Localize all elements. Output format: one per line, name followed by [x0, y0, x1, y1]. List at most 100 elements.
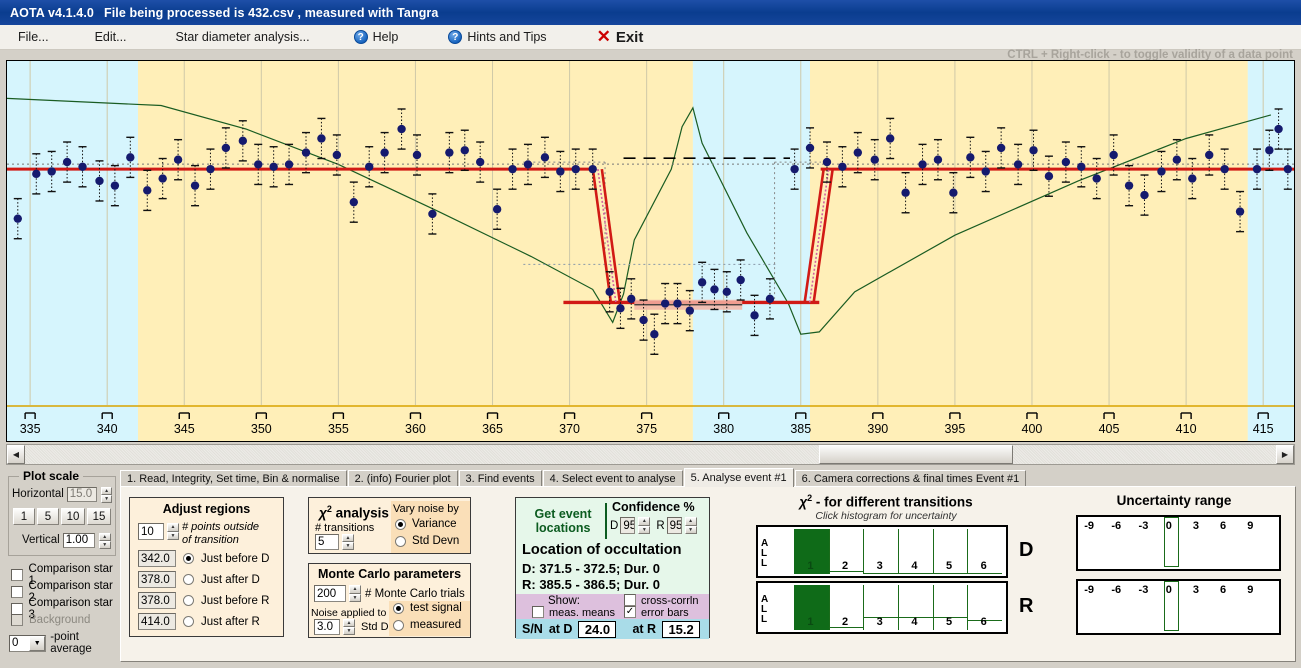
chi2-hist-bar-top [863, 573, 898, 574]
tab-6[interactable]: 6. Camera corrections & final times Even… [794, 470, 1027, 487]
chi2-histogram-d[interactable]: ALL 1 2 3 4 5 6 [756, 525, 1008, 578]
menu-file[interactable]: File... [12, 28, 55, 46]
confidence-d-spinner[interactable]: ▲ ▼ [638, 517, 651, 534]
points-outside-value[interactable]: 10 [138, 523, 164, 540]
adjust-region-radio-4[interactable] [183, 616, 194, 627]
adjust-region-row-4[interactable]: 414.0 Just after R [138, 613, 260, 630]
point-average-combo[interactable]: 0 ▼ [9, 634, 47, 652]
confidence-r-spinner[interactable]: ▲ ▼ [684, 517, 697, 534]
tab-6-label: 6. Camera corrections & final times Even… [801, 473, 1020, 485]
adjust-region-radio-3[interactable] [183, 595, 194, 606]
uncertainty-range-d[interactable]: -9 -6 -3 0 3 6 9 [1076, 515, 1281, 571]
sn-label: S/N [522, 622, 543, 636]
transitions-spinner[interactable]: ▲ ▼ [342, 534, 354, 550]
x-axis-tick-label: 345 [174, 422, 195, 436]
stddev-limit-spinner[interactable]: ▲ ▼ [343, 619, 355, 635]
scroll-right-button[interactable]: ▶ [1276, 445, 1294, 464]
adjust-region-radio-1[interactable] [183, 553, 194, 564]
show-options-row: Show: cross-corrln meas. means ✓ error b… [516, 594, 709, 619]
adjust-region-row-2[interactable]: 378.0 Just after D [138, 571, 260, 588]
adjust-region-label-3: Just before R [201, 594, 270, 607]
transitions-value[interactable]: 5 [315, 534, 339, 550]
point-average-row[interactable]: 0 ▼ -point average [9, 631, 118, 655]
uncertainty-title: Uncertainty range [1116, 493, 1232, 508]
chi2-hist-r-label: R [1019, 595, 1034, 617]
tab-5[interactable]: 5. Analyse event #1 [683, 468, 794, 487]
occultation-location-title: Location of occultation [522, 542, 682, 558]
stddev-limit-value[interactable]: 3.0 [314, 619, 340, 635]
horizontal-label: Horizontal [12, 488, 64, 500]
stddevn-radio[interactable] [395, 535, 406, 547]
x-axis-tick-label: 375 [636, 422, 657, 436]
adjust-region-value-3[interactable]: 378.0 [138, 592, 176, 609]
uncertainty-tick: -3 [1138, 584, 1149, 596]
lightcurve-plot[interactable]: 335 340 345 350 355 360 365 370 375 380 385 390 395 4… [6, 60, 1295, 442]
scale-button-1[interactable]: 1 [13, 508, 35, 525]
menu-exit[interactable]: ✕ Exit [591, 27, 650, 48]
monte-carlo-box: Monte Carlo parameters 200 ▲ ▼ # Monte Ca… [308, 563, 471, 638]
scrollbar-thumb[interactable] [819, 445, 1014, 464]
plot-scale-panel: Plot scale Horizontal 15.0 ▲ ▼ 1 5 10 15 … [4, 468, 118, 660]
stddevn-label: Std Devn [412, 535, 460, 547]
adjust-region-value-4[interactable]: 414.0 [138, 613, 176, 630]
x-axis-tick-label: 355 [328, 422, 349, 436]
confidence-d-value[interactable]: 95 [620, 517, 636, 534]
chi2-analysis-title: analysis [331, 505, 389, 521]
event-location-box: Get event locations Confidence % D 95 ▲ ▼… [515, 497, 710, 639]
cross-corrln-label: cross-corrln [641, 595, 699, 607]
vertical-scale-spinner[interactable]: ▲ ▼ [98, 532, 111, 549]
uncertainty-range-r[interactable]: -9 -6 -3 0 3 6 9 [1076, 579, 1281, 635]
x-axis-tick-label: 360 [405, 422, 426, 436]
vary-noise-option-variance[interactable]: Variance [395, 518, 457, 530]
scrollbar-track[interactable] [25, 445, 1276, 464]
chevron-down-icon[interactable]: ▼ [29, 635, 46, 651]
error-bars-checkbox[interactable]: ✓ [624, 606, 636, 618]
menu-star-diameter-analysis[interactable]: Star diameter analysis... [170, 28, 316, 46]
adjust-region-value-2[interactable]: 378.0 [138, 571, 176, 588]
menu-help[interactable]: ? Help [348, 28, 405, 46]
chi2-hist-d-label: D [1019, 539, 1034, 561]
test-signal-radio[interactable] [393, 602, 404, 614]
noise-option-measured[interactable]: measured [393, 619, 461, 631]
measured-radio[interactable] [393, 619, 404, 631]
mc-trials-label: # Monte Carlo trials [365, 588, 465, 600]
vary-noise-option-stddevn[interactable]: Std Devn [395, 535, 459, 547]
chi2-analysis-box: χ2 analysis # transitions 5 ▲ ▼ Vary nois… [308, 497, 471, 554]
adjust-region-row-3[interactable]: 378.0 Just before R [138, 592, 269, 609]
uncertainty-tick: -3 [1138, 520, 1149, 532]
tab-2[interactable]: 2. (info) Fourier plot [347, 470, 458, 487]
adjust-region-radio-2[interactable] [183, 574, 194, 585]
meas-means-checkbox[interactable] [532, 606, 544, 618]
get-event-locations-button[interactable]: Get event locations [521, 503, 607, 539]
uncertainty-tick: -9 [1084, 520, 1094, 532]
scale-button-15[interactable]: 15 [87, 508, 111, 525]
tab-3-label: 3. Find events [465, 473, 535, 485]
noise-option-test-signal[interactable]: test signal [393, 602, 462, 614]
plot-horizontal-scrollbar[interactable]: ◀ ▶ [6, 444, 1295, 465]
scroll-left-button[interactable]: ◀ [7, 445, 25, 464]
scale-button-10[interactable]: 10 [61, 508, 85, 525]
mc-trials-value[interactable]: 200 [314, 585, 346, 602]
menu-edit[interactable]: Edit... [89, 28, 133, 46]
variance-radio[interactable] [395, 518, 406, 530]
tab-4[interactable]: 4. Select event to analyse [542, 470, 683, 487]
chi2-all-letter: L [761, 548, 768, 559]
chi2-hist-bin-label: 2 [842, 616, 849, 628]
adjust-region-row-1[interactable]: 342.0 Just before D [138, 550, 269, 567]
mc-trials-spinner[interactable]: ▲ ▼ [349, 585, 361, 602]
chi2-histogram-r[interactable]: ALL 1 2 3 4 5 6 [756, 581, 1008, 634]
cross-corrln-checkbox[interactable] [624, 594, 636, 606]
points-outside-spinner[interactable]: ▲ ▼ [167, 523, 179, 540]
horizontal-scale-spinner[interactable]: ▲ ▼ [101, 486, 112, 503]
chi2-hist-bin-label: 4 [911, 616, 918, 628]
lightcurve-svg: 335 340 345 350 355 360 365 370 375 380 385 390 395 4… [7, 61, 1294, 441]
vertical-scale-value[interactable]: 1.00 [62, 532, 95, 548]
tab-1[interactable]: 1. Read, Integrity, Set time, Bin & norm… [120, 470, 347, 487]
menu-hints-and-tips[interactable]: ? Hints and Tips [442, 28, 552, 46]
confidence-r-value[interactable]: 95 [666, 517, 682, 534]
horizontal-scale-value[interactable]: 15.0 [66, 486, 98, 502]
adjust-region-value-1[interactable]: 342.0 [138, 550, 176, 567]
chi2-hist-bar-top [932, 573, 968, 574]
scale-button-5[interactable]: 5 [37, 508, 59, 525]
tab-3[interactable]: 3. Find events [458, 470, 542, 487]
